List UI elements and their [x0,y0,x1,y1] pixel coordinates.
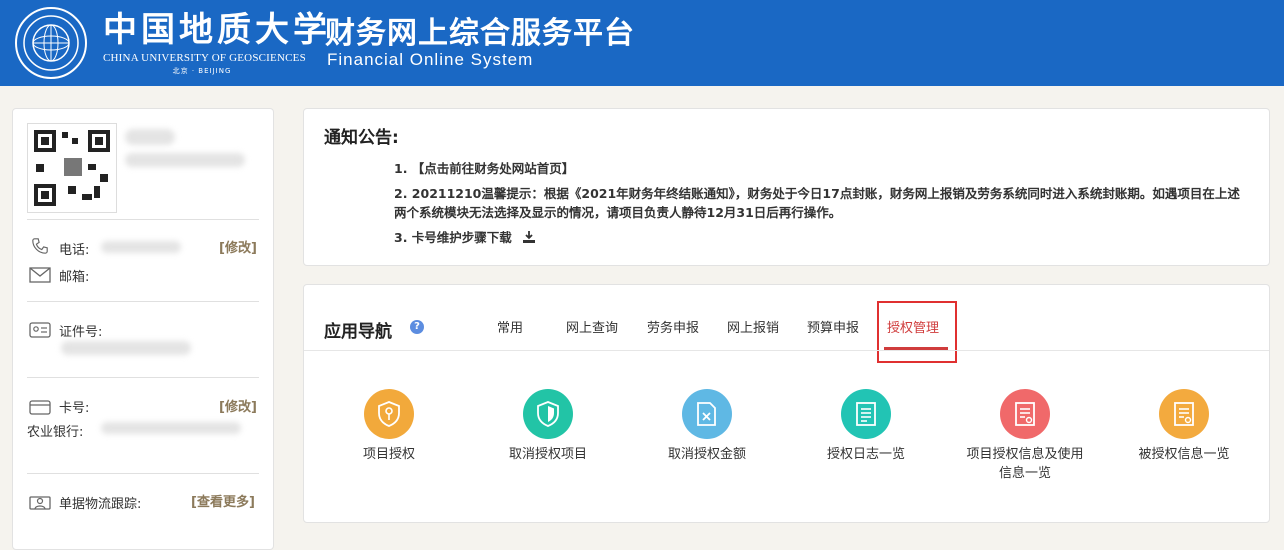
app-authorization-log[interactable]: 授权日志一览 [796,389,936,464]
divider [27,377,259,378]
app-project-authorization[interactable]: 项目授权 [319,389,459,464]
app-authorized-info[interactable]: 被授权信息一览 [1114,389,1254,464]
notice-link-home[interactable]: 1. 【点击前往财务处网站首页】 [394,161,574,176]
system-title-en: Financial Online System [327,50,534,69]
download-icon[interactable] [522,230,536,244]
active-tab-highlight-box [877,301,957,363]
dept-masked [125,153,245,167]
app-label: 被授权信息一览 [1138,447,1230,462]
tab-common[interactable]: 常用 [497,317,523,336]
qr-code [27,123,117,213]
university-logo [14,6,88,80]
app-label: 项目授权 [362,447,415,462]
id-label: 证件号: [59,325,103,340]
notice-link-card-steps[interactable]: 3. 卡号维护步骤下载 [394,230,512,245]
tab-online-query[interactable]: 网上查询 [566,317,618,336]
bank-card-icon [29,400,51,415]
app-nav-card: 应用导航 ? 常用 网上查询 劳务申报 网上报销 预算申报 授权管理 项目授权 … [303,284,1270,523]
system-title-cn: 财务网上综合服务平台 [325,16,635,51]
log-list-icon[interactable] [841,389,891,439]
phone-masked [101,241,181,253]
school-name-en: CHINA UNIVERSITY OF GEOSCIENCES [103,52,306,64]
email-label: 邮箱: [59,270,90,285]
id-card-icon [29,322,51,338]
card-edit-link[interactable]: [修改] [219,396,257,415]
tab-online-reimbursement[interactable]: 网上报销 [727,317,779,336]
app-cancel-authorized-project[interactable]: 取消授权项目 [478,389,618,464]
divider [304,350,1269,351]
divider [27,473,259,474]
phone-label: 电话: [59,243,90,258]
app-label: 项目授权信息及使用信息一览 [966,447,1084,481]
email-icon [29,267,51,283]
help-icon[interactable]: ? [410,320,424,334]
logistics-label: 单据物流跟踪: [59,497,142,512]
app-label: 取消授权金额 [667,447,746,462]
info-list-icon[interactable] [1000,389,1050,439]
notice-card: 通知公告: 1. 【点击前往财务处网站首页】 2. 20211210温馨提示：根… [303,108,1270,266]
notice-title: 通知公告: [324,128,399,148]
notice-item: 2. 20211210温馨提示：根据《2021年财务年终结账通知》，财务处于今日… [394,186,1240,220]
id-masked [61,341,191,355]
school-city: 北京 · BEIJING [172,67,232,75]
received-list-icon[interactable] [1159,389,1209,439]
app-cancel-authorized-amount[interactable]: 取消授权金额 [637,389,777,464]
divider [27,301,259,302]
name-masked [125,129,175,145]
tab-labor-declaration[interactable]: 劳务申报 [647,317,699,336]
card-label: 卡号: [59,401,90,416]
divider [27,219,259,220]
logistics-more-link[interactable]: [查看更多] [191,491,255,510]
bank-label: 农业银行: [27,425,84,440]
notice-item[interactable]: 1. 【点击前往财务处网站首页】 [394,159,1249,178]
phone-icon [32,238,48,254]
app-label: 授权日志一览 [826,447,905,462]
tab-budget-declaration[interactable]: 预算申报 [807,317,859,336]
notice-item[interactable]: 3. 卡号维护步骤下载 [394,228,1249,247]
header-bar: 中国地质大学 CHINA UNIVERSITY OF GEOSCIENCES 北… [0,0,1284,86]
card-number-masked [101,422,241,434]
key-shield-icon[interactable] [364,389,414,439]
document-cancel-icon[interactable] [682,389,732,439]
school-name-cn: 中国地质大学 [103,10,331,50]
nav-title: 应用导航 [324,322,392,342]
notice-list: 1. 【点击前往财务处网站首页】 2. 20211210温馨提示：根据《2021… [394,159,1249,253]
shield-icon[interactable] [523,389,573,439]
app-authorization-usage-info[interactable]: 项目授权信息及使用信息一览 [955,389,1095,483]
profile-panel: 电话: [修改] 邮箱: 证件号: 卡号: [修改] 农业银行: 单据物流跟踪:… [12,108,274,550]
logistics-icon [29,496,51,510]
phone-edit-link[interactable]: [修改] [219,237,257,256]
app-label: 取消授权项目 [508,447,587,462]
